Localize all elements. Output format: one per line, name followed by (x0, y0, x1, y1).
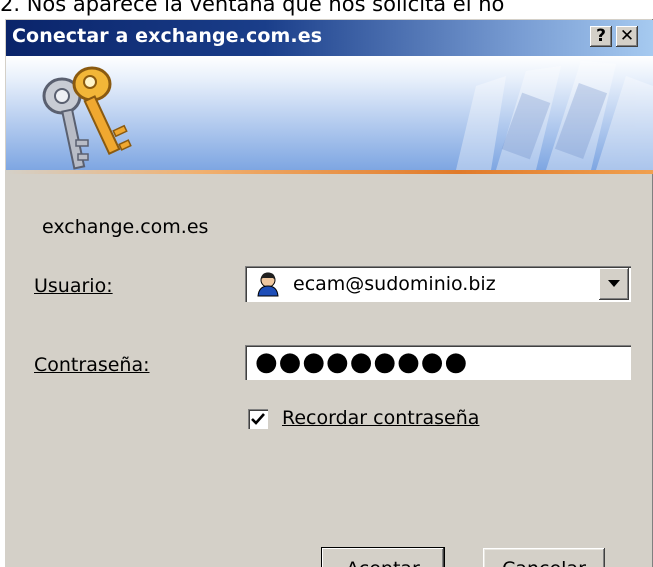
password-field[interactable]: ●●●●●●●●● (245, 345, 631, 380)
document-caption: 2. Nos aparece la ventana que nos solici… (0, 0, 505, 16)
server-name: exchange.com.es (42, 216, 209, 238)
remember-password-checkbox[interactable] (248, 409, 268, 429)
help-button[interactable]: ? (590, 26, 612, 47)
connect-dialog: Conectar a exchange.com.es ? ✕ exchange.… (4, 18, 653, 567)
dialog-banner (6, 56, 653, 170)
password-mask: ●●●●●●●●● (255, 347, 469, 377)
ok-button-label: Aceptar (346, 558, 420, 567)
cancel-button-label: Cancelar (502, 558, 586, 567)
checkmark-icon (251, 413, 265, 425)
close-icon: ✕ (619, 26, 635, 46)
title-bar[interactable]: Conectar a exchange.com.es ? ✕ (6, 20, 653, 56)
username-combobox[interactable]: ecam@sudominio.biz (245, 266, 631, 302)
remember-password-label[interactable]: Recordar contraseña (282, 407, 479, 429)
username-dropdown-button[interactable] (599, 268, 629, 300)
user-icon (257, 272, 279, 297)
dialog-title: Conectar a exchange.com.es (12, 25, 323, 47)
keys-icon (42, 66, 132, 170)
cancel-button[interactable]: Cancelar (483, 548, 605, 567)
close-button[interactable]: ✕ (616, 26, 638, 47)
ok-button[interactable]: Aceptar (322, 548, 444, 567)
help-icon: ? (596, 26, 606, 46)
banner-stripe (6, 170, 653, 174)
username-value: ecam@sudominio.biz (293, 273, 496, 295)
chevron-down-icon (608, 280, 620, 287)
username-label: Usuario: (34, 275, 113, 297)
password-label: Contraseña: (34, 354, 150, 376)
